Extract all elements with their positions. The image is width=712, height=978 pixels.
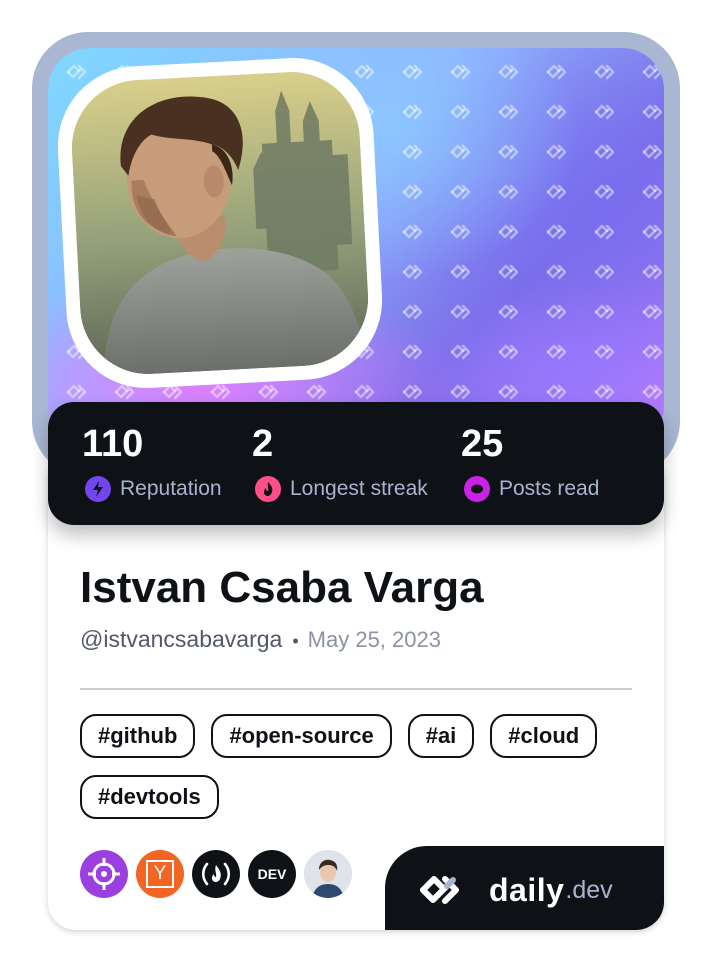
crosshair-source-icon[interactable] (80, 850, 128, 898)
source-list: Y DEV (80, 850, 352, 898)
brand-dev: .dev (565, 875, 613, 904)
flame-icon (255, 476, 281, 502)
brand-daily: daily (489, 871, 565, 908)
profile-meta: @istvancsabavarga • May 25, 2023 (80, 626, 441, 653)
posts-read-value: 25 (461, 423, 504, 465)
stat-posts-read: 25 Posts read (459, 424, 599, 502)
freecodecamp-icon[interactable] (192, 850, 240, 898)
streak-label: Longest streak (290, 477, 428, 500)
avatar-portrait (68, 68, 372, 378)
stat-reputation: 110 Reputation (80, 424, 222, 502)
dev-to-icon[interactable]: DEV (248, 850, 296, 898)
hacker-news-letter: Y (153, 863, 167, 884)
profile-handle[interactable]: @istvancsabavarga (80, 626, 282, 653)
divider (80, 688, 632, 690)
tag-github[interactable]: #github (80, 714, 196, 758)
streak-value: 2 (252, 423, 274, 465)
stat-streak: 2 Longest streak (250, 424, 428, 502)
profile-name: Istvan Csaba Varga (80, 563, 484, 612)
posts-read-label: Posts read (499, 477, 600, 500)
reputation-label: Reputation (120, 477, 222, 500)
tag-ai[interactable]: #ai (407, 714, 475, 758)
tag-list: #github #open-source #ai #cloud #devtool… (80, 714, 640, 819)
daily-dev-brand[interactable]: daily .dev (385, 846, 664, 930)
joined-date: May 25, 2023 (307, 627, 441, 652)
daily-dev-logo-icon (420, 876, 459, 904)
person-avatar-icon[interactable] (304, 850, 352, 898)
stats-bar: 110 Reputation 2 Longest streak 25 Posts… (48, 402, 664, 525)
hacker-news-icon[interactable]: Y (136, 850, 184, 898)
profile-avatar (53, 53, 387, 393)
tag-cloud[interactable]: #cloud (490, 714, 598, 758)
dev-to-label: DEV (257, 866, 287, 882)
meta-separator: • (292, 631, 299, 651)
tag-open-source[interactable]: #open-source (211, 714, 392, 758)
bolt-icon (85, 476, 111, 502)
reputation-value: 110 (82, 423, 144, 465)
tag-devtools[interactable]: #devtools (80, 775, 219, 819)
eye-ring-icon (464, 476, 490, 502)
